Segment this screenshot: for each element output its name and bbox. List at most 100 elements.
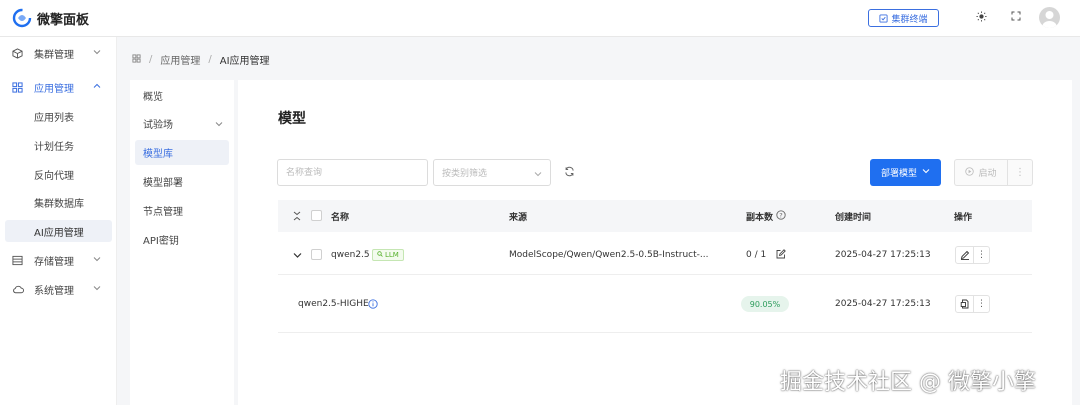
chevron-up-icon — [93, 82, 101, 93]
sidebar-item-label: 集群数据库 — [34, 198, 84, 210]
row-actions: ⋮ — [955, 295, 990, 313]
fullscreen-icon[interactable] — [1011, 11, 1021, 24]
play-circle-icon — [965, 166, 975, 179]
row-expand-chevron-icon[interactable] — [293, 251, 302, 262]
sidebar-item-cluster-database[interactable]: 集群数据库 — [5, 191, 112, 213]
home-grid-icon[interactable] — [132, 53, 141, 66]
deploy-progress: 90.05% — [741, 296, 789, 312]
cluster-terminal-button[interactable]: 集群终端 — [868, 9, 939, 27]
sidebar-item-reverse-proxy[interactable]: 反向代理 — [5, 163, 112, 185]
refresh-icon[interactable] — [564, 166, 575, 180]
sidebar-group-storage[interactable]: 存储管理 — [0, 249, 117, 271]
start-button[interactable]: 启动 — [954, 159, 1007, 186]
column-header-created[interactable]: 创建时间 — [835, 210, 871, 223]
subnav-item-api-keys[interactable]: API密钥 — [135, 227, 229, 252]
model-type-label: LLM — [385, 251, 399, 259]
terminal-check-icon — [879, 13, 889, 23]
sidebar-item-label: 计划任务 — [34, 141, 74, 153]
category-filter-placeholder: 按类别筛选 — [442, 169, 488, 179]
column-header-name[interactable]: 名称 — [331, 210, 349, 223]
row-checkbox[interactable] — [311, 249, 322, 260]
help-circle-icon[interactable]: ? — [776, 210, 786, 223]
model-type-tag: LLM — [372, 249, 404, 261]
log-file-icon[interactable] — [956, 296, 974, 312]
sidebar-item-label: AI应用管理 — [34, 227, 84, 239]
chevron-down-icon — [534, 170, 542, 181]
sidebar-item-scheduled-tasks[interactable]: 计划任务 — [5, 134, 112, 156]
sidebar-item-label: 应用列表 — [34, 112, 74, 124]
cloud-icon — [12, 284, 26, 295]
subnav-item-playground[interactable]: 试验场 — [135, 111, 229, 136]
column-header-replicas[interactable]: 副本数 — [746, 210, 773, 223]
edit-icon[interactable] — [956, 247, 974, 263]
name-search-input[interactable] — [277, 159, 428, 186]
user-avatar[interactable] — [1039, 7, 1060, 28]
page-title: 模型 — [278, 111, 306, 127]
replica-count: 0 / 1 — [746, 250, 767, 260]
chevron-down-icon — [215, 120, 223, 131]
sidebar-item-app-list[interactable]: 应用列表 — [5, 105, 112, 127]
subnav-item-label: API密钥 — [143, 236, 179, 247]
deploy-model-button[interactable]: 部署模型 — [870, 159, 941, 186]
created-time: 2025-04-27 17:25:13 — [835, 299, 931, 309]
cluster-terminal-label: 集群终端 — [891, 14, 928, 25]
watermark: 掘金技术社区 @ 微擎小擎 — [780, 370, 1036, 395]
sidebar-group-label: 集群管理 — [34, 49, 74, 61]
breadcrumb-item[interactable]: 应用管理 — [160, 52, 200, 67]
chevron-down-icon — [93, 255, 101, 266]
deploy-model-label: 部署模型 — [880, 169, 917, 179]
subnav-item-model-deploy[interactable]: 模型部署 — [135, 169, 229, 194]
subnav-item-label: 节点管理 — [143, 207, 183, 218]
edit-replicas-icon[interactable] — [776, 249, 786, 262]
column-header-actions: 操作 — [954, 213, 973, 223]
select-all-checkbox[interactable] — [311, 210, 322, 221]
category-filter-select[interactable]: 按类别筛选 — [433, 159, 551, 186]
breadcrumb-separator: / — [149, 54, 153, 65]
theme-toggle-icon[interactable] — [976, 11, 987, 25]
more-actions-button[interactable]: ⋮ — [1007, 159, 1033, 186]
model-name[interactable]: qwen2.5 — [331, 250, 370, 260]
table-row[interactable]: qwen2.5-HIGHE 90.05% 2025-04-27 17:25:13… — [278, 284, 1032, 333]
sidebar-group-label: 应用管理 — [34, 83, 74, 95]
chevron-down-icon — [93, 284, 101, 295]
table-header: 名称 来源 副本数 ? 创建时间 操作 — [278, 200, 1032, 232]
row-actions: ⋮ — [955, 246, 990, 264]
created-time: 2025-04-27 17:25:13 — [835, 250, 931, 260]
cube-icon — [12, 47, 26, 59]
sidebar-group-system[interactable]: 系统管理 — [0, 278, 117, 300]
chevron-down-icon — [93, 48, 101, 59]
subnav-item-node-management[interactable]: 节点管理 — [135, 198, 229, 223]
sidebar-item-ai-apps[interactable]: AI应用管理 — [5, 220, 112, 242]
chevron-down-icon — [922, 167, 930, 178]
app-title: 微擎面板 — [37, 12, 90, 28]
column-header-source[interactable]: 来源 — [509, 210, 527, 223]
app-logo[interactable]: 微擎面板 — [12, 8, 89, 28]
breadcrumb-current: AI应用管理 — [219, 56, 270, 67]
subnav-item-label: 模型库 — [143, 149, 173, 160]
sidebar: 集群管理 应用管理 应用列表 计划任务 反向代理 集群数据库 AI应用管理 存储… — [0, 37, 117, 405]
sidebar-item-label: 反向代理 — [34, 170, 74, 182]
logo-icon — [12, 8, 32, 28]
subnav-item-model-library[interactable]: 模型库 — [135, 140, 229, 165]
subnav-item-label: 模型部署 — [143, 178, 183, 189]
storage-icon — [12, 255, 26, 266]
more-vertical-icon: ⋮ — [1015, 167, 1025, 178]
main-panel: 模型 按类别筛选 部署模型 启动 ⋮ 名称 来源 副本数 ? 创建时间 操作 q… — [238, 80, 1072, 405]
search-small-icon — [377, 251, 383, 259]
breadcrumb-separator: / — [208, 54, 212, 65]
sidebar-group-apps[interactable]: 应用管理 — [0, 76, 117, 98]
model-source: ModelScope/Qwen/Qwen2.5-0.5B-Instruct-..… — [509, 250, 709, 260]
grid-icon — [12, 81, 26, 93]
subnav-item-label: 试验场 — [143, 120, 173, 131]
table-row[interactable]: qwen2.5 LLM ModelScope/Qwen/Qwen2.5-0.5B… — [278, 234, 1032, 275]
start-label: 启动 — [978, 169, 997, 179]
expand-all-icon[interactable] — [293, 211, 301, 224]
ai-subnav: 概览 试验场 模型库 模型部署 节点管理 API密钥 — [130, 80, 234, 405]
info-icon[interactable] — [368, 299, 378, 312]
subnav-item-overview[interactable]: 概览 — [135, 83, 229, 108]
sidebar-group-cluster[interactable]: 集群管理 — [0, 42, 117, 64]
more-vertical-icon[interactable]: ⋮ — [974, 296, 989, 312]
more-vertical-icon[interactable]: ⋮ — [974, 247, 989, 263]
instance-name[interactable]: qwen2.5-HIGHE — [298, 299, 369, 309]
subnav-item-label: 概览 — [143, 92, 163, 103]
